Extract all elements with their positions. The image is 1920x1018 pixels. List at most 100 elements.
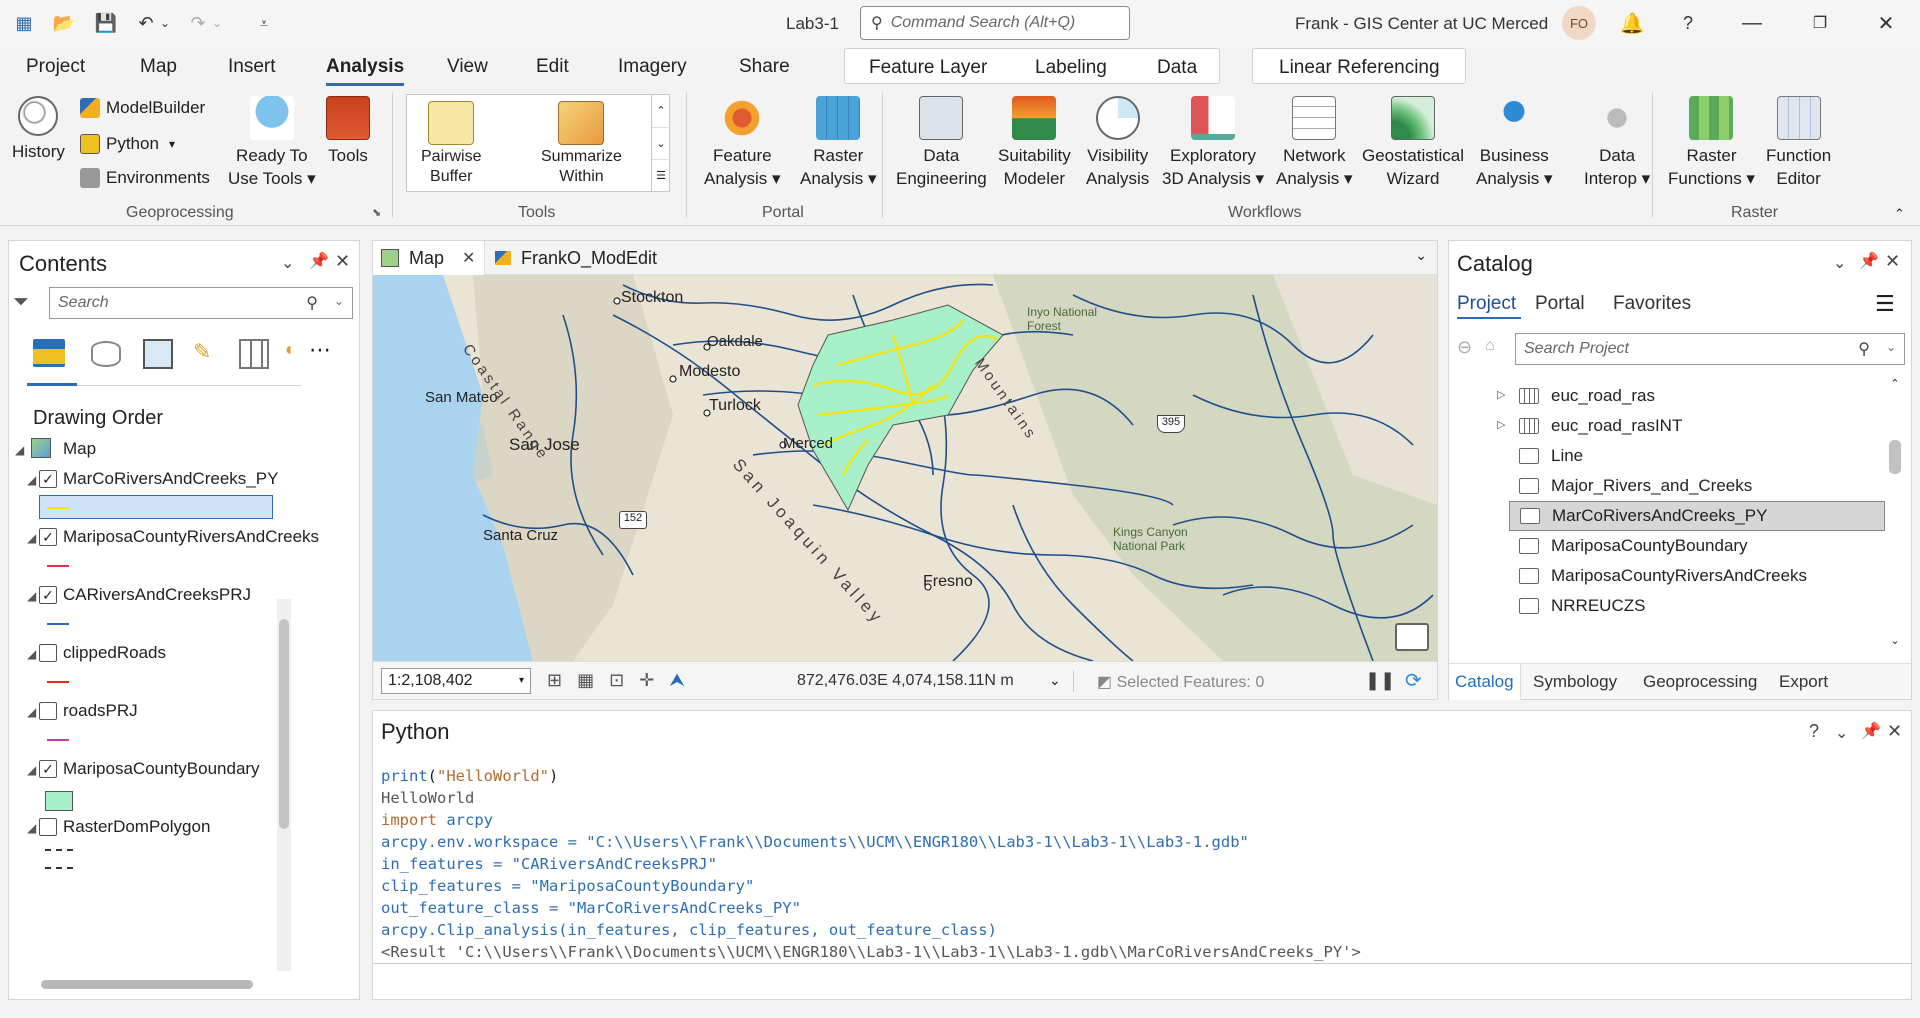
pairwise-buffer-button[interactable]: Pairwise Buffer bbox=[421, 101, 481, 187]
tab-franko-modedit[interactable]: FrankO_ModEdit bbox=[495, 241, 657, 275]
network-analysis-button[interactable]: Network Analysis ▾ bbox=[1276, 96, 1353, 190]
layer-item[interactable]: ◢ ✓ MariposaCountyBoundary bbox=[9, 757, 279, 815]
environments-button[interactable]: Environments bbox=[80, 168, 210, 188]
catalog-item[interactable]: Line bbox=[1509, 441, 1885, 471]
pause-drawing-icon[interactable]: ❚❚ bbox=[1365, 670, 1395, 691]
bottom-tab-catalog[interactable]: Catalog bbox=[1449, 664, 1521, 700]
layer-visibility-checkbox[interactable]: ✓ bbox=[39, 470, 57, 488]
python-prompt-input[interactable] bbox=[373, 963, 1911, 999]
list-by-snapping-icon[interactable] bbox=[239, 339, 269, 369]
python-button[interactable]: Python ▾ bbox=[80, 134, 175, 154]
layer-visibility-checkbox[interactable]: ✓ bbox=[39, 528, 57, 546]
scrollbar-thumb[interactable] bbox=[1889, 440, 1901, 474]
gallery-expand-icon[interactable]: ☰ bbox=[652, 159, 670, 191]
layer-visibility-checkbox[interactable]: ✓ bbox=[39, 760, 57, 778]
feature-analysis-button[interactable]: Feature Analysis ▾ bbox=[704, 96, 781, 190]
geostatistical-wizard-button[interactable]: Geostatistical Wizard bbox=[1362, 96, 1464, 190]
north-arrow-icon[interactable]: ⮝ bbox=[669, 670, 684, 690]
layer-name[interactable]: roadsPRJ bbox=[63, 701, 138, 721]
history-button[interactable]: History bbox=[12, 96, 65, 163]
command-search-input[interactable]: ⚲ Command Search (Alt+Q) bbox=[860, 6, 1130, 40]
catalog-item[interactable]: Major_Rivers_and_Creeks bbox=[1509, 471, 1885, 501]
collapse-layer-icon[interactable]: ◢ bbox=[27, 647, 36, 661]
layer-item[interactable]: ◢ ✓ MarCoRiversAndCreeks_PY bbox=[9, 467, 279, 525]
tab-list-dropdown-icon[interactable]: ⌄ bbox=[1415, 247, 1427, 264]
tools-button[interactable]: Tools bbox=[326, 96, 370, 167]
layer-visibility-checkbox[interactable] bbox=[39, 702, 57, 720]
units-dropdown-icon[interactable]: ⌄ bbox=[1049, 672, 1061, 689]
scrollbar-thumb[interactable] bbox=[279, 619, 289, 829]
tab-feature-layer[interactable]: Feature Layer bbox=[869, 57, 987, 79]
collapse-ribbon-icon[interactable]: ⌃ bbox=[1894, 206, 1905, 222]
dialog-launcher-icon[interactable]: ⬊ bbox=[372, 206, 381, 219]
expand-icon[interactable]: ▷ bbox=[1497, 388, 1505, 401]
tab-map-view[interactable]: Map ✕ bbox=[373, 241, 485, 275]
pane-options-icon[interactable]: ⌄ bbox=[1833, 253, 1846, 273]
catalog-tab-project[interactable]: Project bbox=[1457, 293, 1516, 315]
ready-to-use-tools-button[interactable]: Ready To Use Tools ▾ bbox=[228, 96, 316, 190]
horizontal-scrollbar[interactable] bbox=[27, 977, 277, 993]
undo-icon[interactable]: ↶ bbox=[132, 9, 160, 37]
crosshair-icon[interactable]: ✛ bbox=[639, 670, 654, 690]
layer-name[interactable]: MariposaCountyBoundary bbox=[63, 759, 260, 779]
map-canvas[interactable]: Stockton Oakdale Modesto Turlock Merced … bbox=[373, 275, 1437, 661]
pane-options-icon[interactable]: ⌄ bbox=[1835, 723, 1848, 743]
tab-data[interactable]: Data bbox=[1157, 57, 1197, 79]
tab-labeling[interactable]: Labeling bbox=[1035, 57, 1107, 79]
raster-analysis-button[interactable]: Raster Analysis ▾ bbox=[800, 96, 877, 190]
h-scrollbar-thumb[interactable] bbox=[41, 980, 253, 989]
layer-name[interactable]: MarCoRiversAndCreeks_PY bbox=[63, 469, 278, 489]
pin-icon[interactable]: 📌 bbox=[1859, 251, 1879, 271]
exploratory-3d-button[interactable]: Exploratory 3D Analysis ▾ bbox=[1162, 96, 1264, 190]
list-by-data-source-icon[interactable] bbox=[91, 341, 121, 367]
redo-icon[interactable]: ↷ bbox=[184, 9, 212, 37]
data-engineering-button[interactable]: Data Engineering bbox=[896, 96, 987, 190]
pane-options-icon[interactable]: ⌄ bbox=[281, 253, 294, 273]
tab-linear-referencing[interactable]: Linear Referencing bbox=[1279, 57, 1440, 79]
function-editor-button[interactable]: Function Editor bbox=[1766, 96, 1831, 190]
new-project-icon[interactable]: ▦ bbox=[10, 9, 38, 37]
collapse-layer-icon[interactable]: ◢ bbox=[27, 531, 36, 545]
suitability-modeler-button[interactable]: Suitability Modeler bbox=[998, 96, 1071, 190]
close-tab-icon[interactable]: ✕ bbox=[462, 248, 475, 268]
open-project-icon[interactable]: 📂 bbox=[50, 9, 78, 37]
list-by-selection-icon[interactable] bbox=[143, 339, 173, 369]
gallery-up-icon[interactable]: ⌃ bbox=[652, 95, 670, 127]
tab-imagery[interactable]: Imagery bbox=[618, 56, 687, 78]
layer-item[interactable]: ◢ roadsPRJ bbox=[9, 699, 279, 757]
list-by-labeling-icon[interactable]: ◐ bbox=[285, 339, 296, 360]
catalog-search-input[interactable]: Search Project ⚲ ⌄ bbox=[1515, 333, 1905, 365]
collapse-layer-icon[interactable]: ◢ bbox=[27, 821, 36, 835]
vertical-scrollbar[interactable] bbox=[277, 599, 291, 971]
visibility-analysis-button[interactable]: Visibility Analysis bbox=[1086, 96, 1149, 190]
tab-edit[interactable]: Edit bbox=[536, 56, 569, 78]
home-icon[interactable]: ⌂ bbox=[1485, 337, 1495, 355]
layer-visibility-checkbox[interactable]: ✓ bbox=[39, 586, 57, 604]
basemap-attribution-icon[interactable] bbox=[1395, 623, 1429, 651]
more-options-icon[interactable]: ⋯ bbox=[309, 337, 332, 363]
tab-view[interactable]: View bbox=[447, 56, 488, 78]
pin-icon[interactable]: 📌 bbox=[309, 251, 329, 271]
pin-icon[interactable]: 📌 bbox=[1861, 721, 1881, 741]
map-node-label[interactable]: Map bbox=[63, 439, 96, 459]
bottom-tab-symbology[interactable]: Symbology bbox=[1533, 672, 1617, 692]
close-pane-icon[interactable]: ✕ bbox=[1887, 721, 1902, 742]
bottom-tab-geoprocessing[interactable]: Geoprocessing bbox=[1643, 672, 1757, 692]
data-interop-button[interactable]: Data Interop ▾ bbox=[1584, 96, 1650, 190]
catalog-item[interactable]: MarCoRiversAndCreeks_PY bbox=[1509, 501, 1885, 531]
collapse-layer-icon[interactable]: ◢ bbox=[27, 705, 36, 719]
tab-map[interactable]: Map bbox=[140, 56, 177, 78]
bottom-tab-export[interactable]: Export bbox=[1779, 672, 1828, 692]
collapse-map-icon[interactable]: ◢ bbox=[15, 443, 24, 457]
layer-visibility-checkbox[interactable] bbox=[39, 818, 57, 836]
summarize-within-button[interactable]: Summarize Within bbox=[541, 101, 622, 187]
save-project-icon[interactable]: 💾 bbox=[92, 9, 120, 37]
undo-dropdown-icon[interactable]: ⌄ bbox=[158, 9, 172, 37]
catalog-tab-portal[interactable]: Portal bbox=[1535, 293, 1585, 315]
customize-toolbar-icon[interactable]: ⩡ bbox=[250, 9, 278, 37]
filter-icon[interactable]: ⏷ bbox=[13, 291, 29, 314]
layer-name[interactable]: MariposaCountyRiversAndCreeks bbox=[63, 527, 319, 547]
layer-visibility-checkbox[interactable] bbox=[39, 644, 57, 662]
gallery-down-icon[interactable]: ⌄ bbox=[652, 127, 670, 159]
catalog-item[interactable]: MariposaCountyBoundary bbox=[1509, 531, 1885, 561]
